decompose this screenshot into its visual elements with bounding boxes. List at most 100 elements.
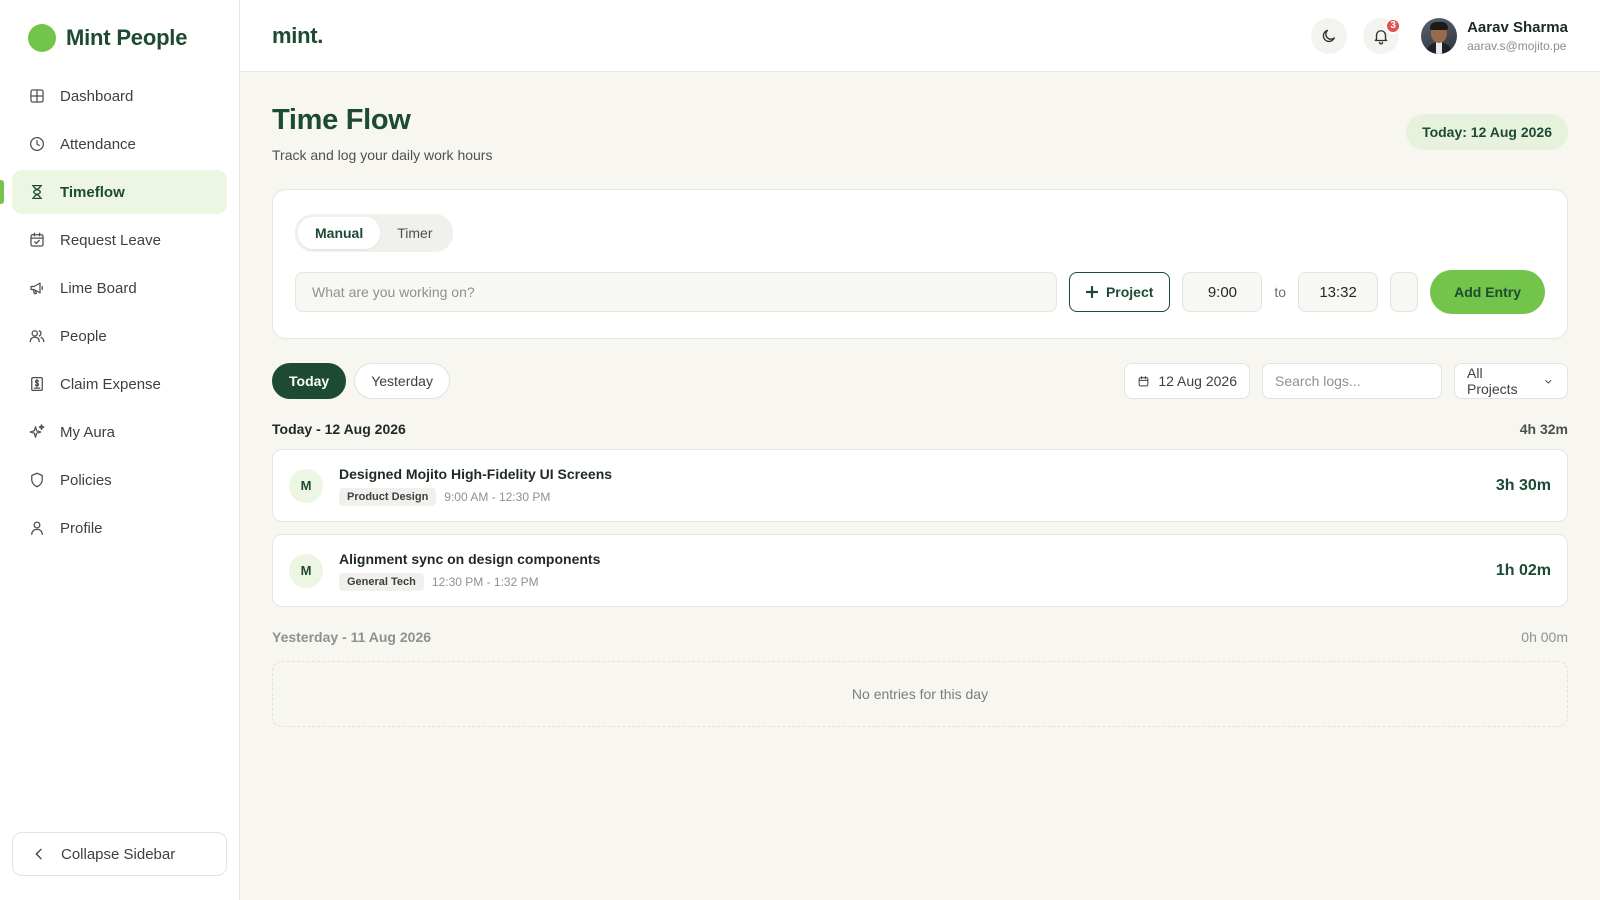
sidebar-item-label: Attendance <box>60 135 136 153</box>
log-duration: 3h 30m <box>1495 476 1551 494</box>
sidebar-item-attendance[interactable]: Attendance <box>12 122 227 166</box>
shield-icon <box>28 471 46 489</box>
page-subtitle: Track and log your daily work hours <box>272 147 493 163</box>
time-range: 12:30 PM - 1:32 PM <box>431 574 539 589</box>
sidebar-item-profile[interactable]: Profile <box>12 506 227 550</box>
clock-icon <box>28 135 46 153</box>
search-logs-placeholder: Search logs... <box>1275 373 1361 389</box>
user-email: aarav.s@mojito.pe <box>1467 38 1567 53</box>
chevron-down-icon <box>1545 379 1552 384</box>
megaphone-icon <box>28 279 46 297</box>
calendar-check-icon <box>28 231 46 249</box>
avatar <box>1421 17 1458 54</box>
calendar-icon <box>1139 375 1149 386</box>
time-entry-card: Manual Timer Project 9:00 to 13:32 Add E… <box>272 189 1568 339</box>
project-button[interactable]: Project <box>1068 272 1171 312</box>
filters-bar: Today Yesterday 12 Aug 2026 Search logs.… <box>272 363 1568 399</box>
time-range: 9:00 AM - 12:30 PM <box>444 489 551 504</box>
day-total: 4h 32m <box>1519 421 1568 437</box>
start-time-field[interactable]: 9:00 <box>1182 272 1263 312</box>
tab-today[interactable]: Today <box>272 363 347 399</box>
topbar: mint. 3 Aarav Sharma aarav.s@mojito.pe <box>240 0 1600 72</box>
user-menu[interactable]: Aarav Sharma aarav.s@mojito.pe <box>1421 17 1568 54</box>
main: mint. 3 Aarav Sharma aarav.s@mojito.pe T… <box>240 0 1600 900</box>
log-title: Designed Mojito High-Fidelity UI Screens <box>339 465 613 482</box>
sidebar-item-label: Profile <box>60 519 103 537</box>
log-avatar: M <box>289 468 323 503</box>
sidebar-item-policies[interactable]: Policies <box>12 458 227 502</box>
log-duration: 1h 02m <box>1495 561 1551 579</box>
sidebar-item-request-leave[interactable]: Request Leave <box>12 218 227 262</box>
sidebar-item-label: My Aura <box>60 423 116 441</box>
sidebar-item-lime-board[interactable]: Lime Board <box>12 266 227 310</box>
collapse-sidebar-label: Collapse Sidebar <box>61 845 176 863</box>
mode-toggle: Manual Timer <box>295 214 453 252</box>
log-avatar: M <box>289 553 323 588</box>
extra-field[interactable] <box>1390 272 1419 312</box>
project-tag: General Tech <box>339 572 424 591</box>
filters-right: 12 Aug 2026 Search logs... All Projects <box>1124 363 1568 399</box>
task-input[interactable] <box>295 272 1057 312</box>
page-title: Time Flow <box>272 104 411 136</box>
sidebar-item-label: Policies <box>60 471 112 489</box>
project-filter-value: All Projects <box>1467 365 1518 397</box>
logo-text[interactable]: mint. <box>272 23 323 49</box>
search-logs-input[interactable]: Search logs... <box>1262 363 1442 399</box>
brand-name: Mint People <box>66 25 188 50</box>
chevron-left-icon <box>35 848 42 860</box>
topbar-actions: 3 Aarav Sharma aarav.s@mojito.pe <box>1311 17 1568 54</box>
notifications-button[interactable]: 3 <box>1363 17 1402 54</box>
collapse-sidebar-button[interactable]: Collapse Sidebar <box>12 832 227 876</box>
sidebar-item-label: People <box>60 327 107 345</box>
tab-yesterday[interactable]: Yesterday <box>354 363 450 399</box>
day-label: Yesterday - 11 Aug 2026 <box>272 629 432 645</box>
sidebar-item-claim-expense[interactable]: Claim Expense <box>12 362 227 406</box>
date-picker-value: 12 Aug 2026 <box>1158 373 1237 389</box>
theme-toggle-button[interactable] <box>1311 17 1348 54</box>
empty-state: No entries for this day <box>272 661 1568 727</box>
sidebar: Mint People Dashboard Attendance Timeflo… <box>0 0 240 900</box>
project-filter-select[interactable]: All Projects <box>1454 363 1568 399</box>
mode-timer-button[interactable]: Timer <box>380 217 449 249</box>
to-label: to <box>1274 284 1287 300</box>
sparkles-icon <box>28 423 46 441</box>
sidebar-item-label: Dashboard <box>60 87 134 105</box>
date-picker[interactable]: 12 Aug 2026 <box>1124 363 1250 399</box>
mode-manual-button[interactable]: Manual <box>298 217 381 249</box>
plus-icon <box>1085 286 1098 298</box>
project-button-label: Project <box>1105 284 1154 300</box>
day-total: 0h 00m <box>1521 629 1568 645</box>
entry-row: Project 9:00 to 13:32 Add Entry <box>295 270 1545 314</box>
end-time-field[interactable]: 13:32 <box>1298 272 1379 312</box>
hourglass-icon <box>28 183 46 201</box>
project-tag: Product Design <box>339 487 437 506</box>
moon-icon <box>1322 29 1336 42</box>
brand[interactable]: Mint People <box>0 0 239 74</box>
sidebar-item-timeflow[interactable]: Timeflow <box>0 170 227 214</box>
sidebar-item-label: Timeflow <box>60 183 125 201</box>
add-entry-button[interactable]: Add Entry <box>1430 270 1545 314</box>
log-entry[interactable]: M Alignment sync on design components Ge… <box>272 534 1568 607</box>
brand-logo-icon <box>28 24 56 52</box>
log-title: Alignment sync on design components <box>339 550 601 567</box>
page-header: Time Flow Track and log your daily work … <box>272 104 1568 163</box>
sidebar-item-people[interactable]: People <box>12 314 227 358</box>
sidebar-nav: Dashboard Attendance Timeflow Request Le… <box>0 74 239 552</box>
user-name: Aarav Sharma <box>1467 18 1568 36</box>
day-label: Today - 12 Aug 2026 <box>272 421 406 437</box>
today-badge: Today: 12 Aug 2026 <box>1406 114 1568 150</box>
sidebar-item-dashboard[interactable]: Dashboard <box>12 74 227 118</box>
user-icon <box>28 519 46 537</box>
day-header-yesterday: Yesterday - 11 Aug 2026 0h 00m <box>272 629 1568 645</box>
log-entry[interactable]: M Designed Mojito High-Fidelity UI Scree… <box>272 449 1568 522</box>
receipt-icon <box>28 375 46 393</box>
page-content: Time Flow Track and log your daily work … <box>240 72 1600 727</box>
grid-icon <box>28 87 46 105</box>
sidebar-item-my-aura[interactable]: My Aura <box>12 410 227 454</box>
sidebar-item-label: Claim Expense <box>60 375 161 393</box>
users-icon <box>28 327 46 345</box>
day-header-today: Today - 12 Aug 2026 4h 32m <box>272 421 1568 437</box>
sidebar-item-label: Request Leave <box>60 231 161 249</box>
notification-badge: 3 <box>1385 17 1402 34</box>
sidebar-item-label: Lime Board <box>60 279 137 297</box>
